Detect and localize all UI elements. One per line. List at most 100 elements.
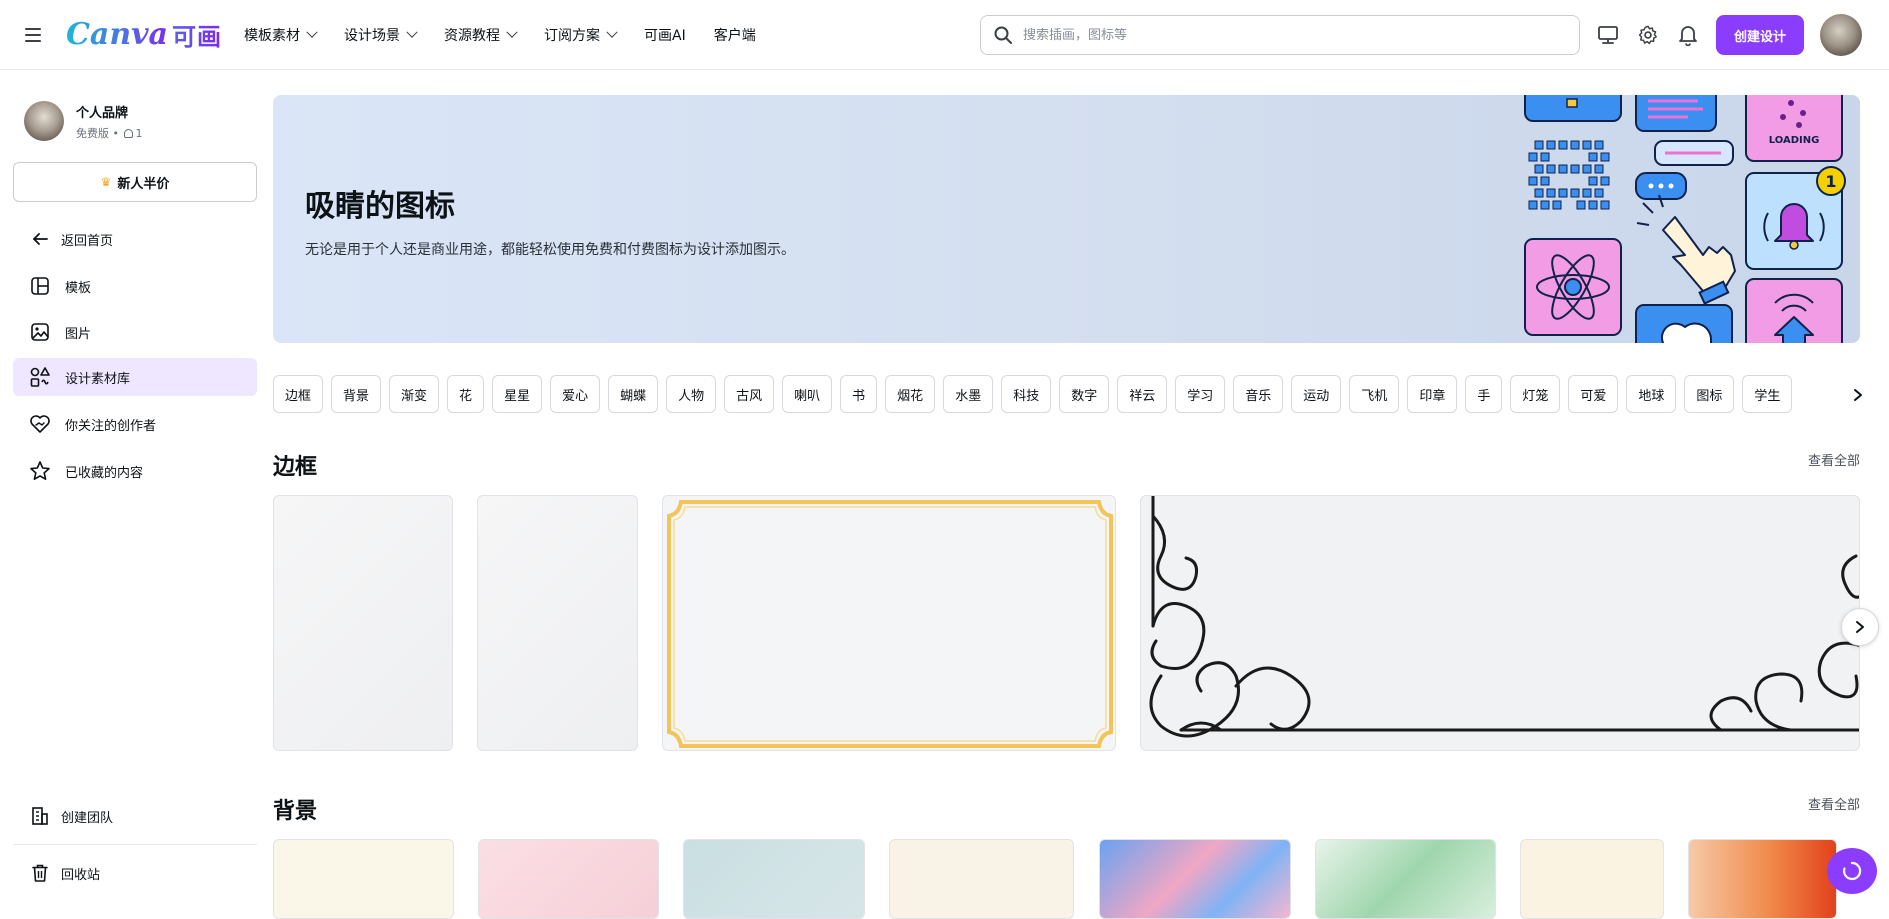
category-chip[interactable]: 可爱 (1568, 375, 1619, 413)
crown-icon: ♛ (100, 175, 112, 189)
sidebar-item-trash[interactable]: 回收站 (13, 854, 257, 892)
sidebar-divider (13, 844, 257, 845)
nav-scenarios[interactable]: 设计场景 (344, 22, 418, 48)
plan-text: 免费版 • (76, 126, 123, 140)
gear-icon[interactable] (1635, 22, 1661, 48)
nav-pricing[interactable]: 订阅方案 (544, 22, 618, 48)
border-card[interactable] (1140, 495, 1860, 751)
see-all-backgrounds-link[interactable]: 查看全部 (1808, 794, 1860, 813)
bell-icon[interactable] (1675, 22, 1701, 48)
category-chip[interactable]: 背景 (331, 375, 382, 413)
member-count: 1 (135, 126, 143, 140)
category-chip[interactable]: 学习 (1175, 375, 1226, 413)
hero-description: 无论是用于个人还是商业用途，都能轻松使用免费和付费图标为设计添加图示。 (305, 242, 795, 258)
sidebar: 个人品牌 免费版 • 1 ♛ 新人半价 返回首页 模板 图片 设计素材库 你关注… (0, 71, 270, 903)
category-chip[interactable]: 印章 (1407, 375, 1458, 413)
category-chip[interactable]: 飞机 (1349, 375, 1400, 413)
chevron-down-icon (606, 26, 618, 38)
border-card[interactable] (477, 495, 638, 751)
section-title-backgrounds: 背景 (273, 799, 318, 824)
person-icon (124, 128, 134, 138)
help-button[interactable] (1827, 848, 1877, 894)
elements-icon (29, 366, 51, 388)
category-chip[interactable]: 科技 (1001, 375, 1052, 413)
sidebar-item-label: 已收藏的内容 (65, 465, 144, 481)
gold-frame-illustration (667, 500, 1113, 748)
carousel-next-button[interactable] (1841, 608, 1879, 646)
border-card[interactable] (662, 495, 1116, 751)
background-card[interactable] (683, 839, 865, 919)
trash-icon (29, 862, 51, 884)
create-design-button[interactable]: 创建设计 (1716, 15, 1804, 55)
background-card[interactable] (1315, 839, 1496, 919)
profile-switcher[interactable]: 个人品牌 免费版 • 1 (24, 101, 142, 141)
top-bar: Canva 可画 模板素材 设计场景 资源教程 订阅方案 可画AI 客户端 创建… (0, 0, 1889, 70)
category-chip[interactable]: 书 (840, 375, 878, 413)
category-chip[interactable]: 烟花 (885, 375, 936, 413)
nav-client[interactable]: 客户端 (714, 22, 756, 48)
search-bar[interactable] (980, 15, 1580, 55)
category-chip[interactable]: 地球 (1626, 375, 1677, 413)
category-chip[interactable]: 爱心 (550, 375, 601, 413)
sidebar-item-label: 创建团队 (61, 810, 114, 826)
background-card[interactable] (1688, 839, 1837, 919)
chevron-right-icon[interactable] (1848, 385, 1868, 405)
see-all-borders-link[interactable]: 查看全部 (1808, 450, 1860, 469)
search-input[interactable] (1023, 27, 1543, 43)
background-card[interactable] (478, 839, 659, 919)
category-chip[interactable]: 喇叭 (782, 375, 833, 413)
nav-label: 模板素材 (244, 28, 300, 44)
search-icon (994, 26, 1012, 44)
sidebar-item-following[interactable]: 你关注的创作者 (13, 405, 257, 443)
category-chip[interactable]: 人物 (666, 375, 717, 413)
sidebar-item-create-team[interactable]: 创建团队 (13, 797, 257, 835)
category-chip[interactable]: 星星 (492, 375, 543, 413)
category-chip[interactable]: 边框 (273, 375, 324, 413)
border-card[interactable] (273, 495, 453, 751)
spinner-icon (1843, 861, 1862, 881)
template-icon (29, 275, 51, 297)
logo[interactable]: Canva 可画 (66, 14, 222, 54)
loading-text: LOADING (1769, 135, 1820, 146)
nav-templates[interactable]: 模板素材 (244, 22, 318, 48)
nav-label: 订阅方案 (544, 28, 600, 44)
desktop-icon[interactable] (1595, 22, 1621, 48)
sidebar-item-photos[interactable]: 图片 (13, 313, 257, 351)
sidebar-item-starred[interactable]: 已收藏的内容 (13, 452, 257, 490)
sidebar-item-label: 你关注的创作者 (65, 418, 157, 434)
category-chip[interactable]: 学生 (1742, 375, 1793, 413)
profile-name: 个人品牌 (76, 105, 129, 121)
sidebar-item-label: 模板 (65, 280, 92, 296)
heart-hands-icon (29, 413, 51, 435)
category-chip[interactable]: 数字 (1059, 375, 1110, 413)
sidebar-item-templates[interactable]: 模板 (13, 267, 257, 305)
sidebar-item-home[interactable]: 返回首页 (13, 220, 257, 258)
promo-label: 新人半价 (117, 176, 170, 192)
nav-label: 可画AI (644, 28, 686, 44)
category-chip[interactable]: 灯笼 (1510, 375, 1561, 413)
menu-icon[interactable] (20, 22, 46, 48)
category-chip[interactable]: 运动 (1291, 375, 1342, 413)
nav-label: 设计场景 (344, 28, 400, 44)
nav-resources[interactable]: 资源教程 (444, 22, 518, 48)
sidebar-item-elements[interactable]: 设计素材库 (13, 358, 257, 396)
category-chip[interactable]: 渐变 (389, 375, 440, 413)
background-card[interactable] (889, 839, 1074, 919)
ornate-frame-illustration (1149, 496, 1859, 738)
category-chip[interactable]: 古风 (724, 375, 775, 413)
background-card[interactable] (273, 839, 454, 919)
user-avatar[interactable] (1820, 14, 1862, 56)
category-chip[interactable]: 蝴蝶 (608, 375, 659, 413)
logo-wordmark: Canva (66, 16, 168, 52)
category-chip[interactable]: 手 (1465, 375, 1503, 413)
background-card[interactable] (1099, 839, 1291, 919)
promo-button[interactable]: ♛ 新人半价 (13, 162, 257, 202)
category-chip[interactable]: 水墨 (943, 375, 994, 413)
nav-ai[interactable]: 可画AI (644, 22, 686, 48)
top-nav: 模板素材 设计场景 资源教程 订阅方案 可画AI 客户端 (244, 22, 784, 48)
category-chip[interactable]: 图标 (1684, 375, 1735, 413)
category-chip[interactable]: 音乐 (1233, 375, 1284, 413)
category-chip[interactable]: 祥云 (1117, 375, 1168, 413)
background-card[interactable] (1520, 839, 1664, 919)
category-chip[interactable]: 花 (447, 375, 485, 413)
